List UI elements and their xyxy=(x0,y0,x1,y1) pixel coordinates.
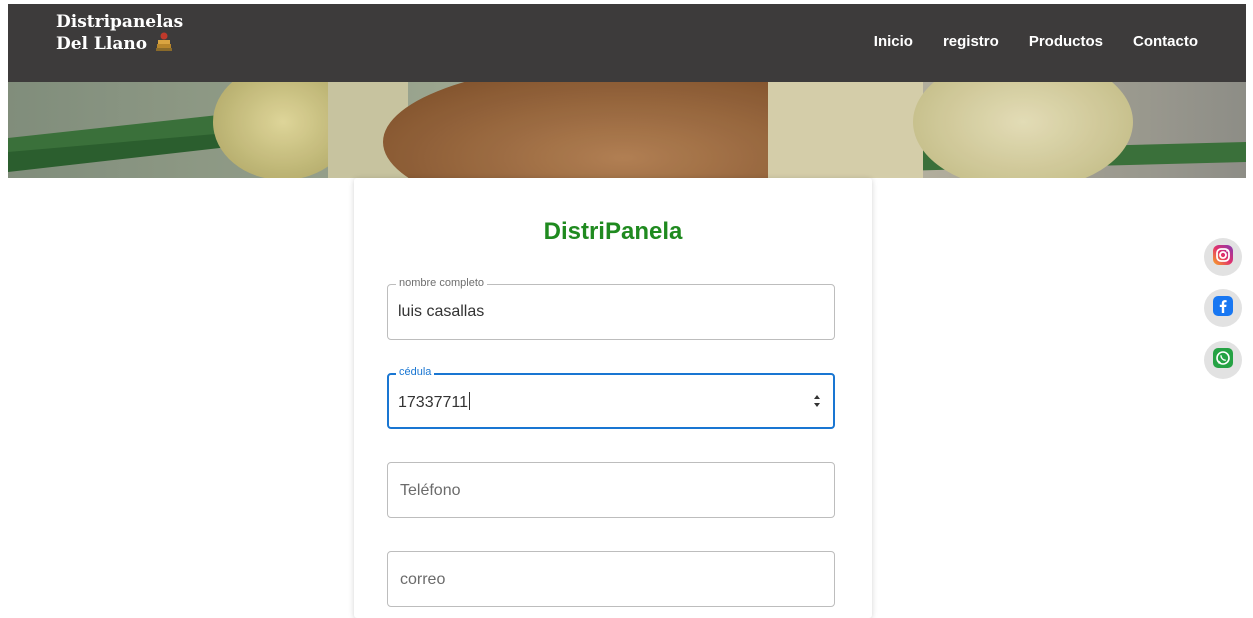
cedula-field[interactable]: cédula 17337711 xyxy=(387,366,835,429)
nav-link-contacto[interactable]: Contacto xyxy=(1133,33,1198,50)
brand-line-1: Distripanelas xyxy=(56,12,184,32)
nav-link-registro[interactable]: registro xyxy=(943,33,999,50)
instagram-button[interactable] xyxy=(1204,238,1242,276)
number-spinner-icon[interactable] xyxy=(813,393,821,409)
correo-field[interactable]: correo xyxy=(387,551,835,607)
full-name-field[interactable]: nombre completo luis casallas xyxy=(387,277,835,340)
full-name-label: nombre completo xyxy=(396,277,487,289)
telefono-field[interactable]: Teléfono xyxy=(387,462,835,518)
nav-menu: Inicio registro Productos Contacto xyxy=(844,33,1198,50)
full-name-value: luis casallas xyxy=(398,303,485,320)
whatsapp-icon xyxy=(1212,347,1234,374)
top-navbar: Distripanelas Del Llano Inicio registro … xyxy=(8,4,1246,82)
text-caret xyxy=(469,392,470,410)
correo-placeholder: correo xyxy=(400,571,446,588)
nav-link-productos[interactable]: Productos xyxy=(1029,33,1103,50)
facebook-icon xyxy=(1212,295,1234,322)
cedula-label: cédula xyxy=(396,366,435,378)
brand-line-2: Del Llano xyxy=(56,34,148,54)
registration-form-card: DistriPanela nombre completo luis casall… xyxy=(354,178,872,618)
instagram-icon xyxy=(1212,244,1234,271)
whatsapp-button[interactable] xyxy=(1204,341,1242,379)
telefono-placeholder: Teléfono xyxy=(400,482,461,499)
facebook-button[interactable] xyxy=(1204,289,1242,327)
cedula-value: 17337711 xyxy=(398,394,468,411)
nav-link-inicio[interactable]: Inicio xyxy=(874,33,913,50)
hero-banner-image xyxy=(8,82,1246,178)
panela-icon xyxy=(155,32,173,57)
brand-logo[interactable]: Distripanelas Del Llano xyxy=(56,12,183,57)
form-title: DistriPanela xyxy=(543,218,683,245)
